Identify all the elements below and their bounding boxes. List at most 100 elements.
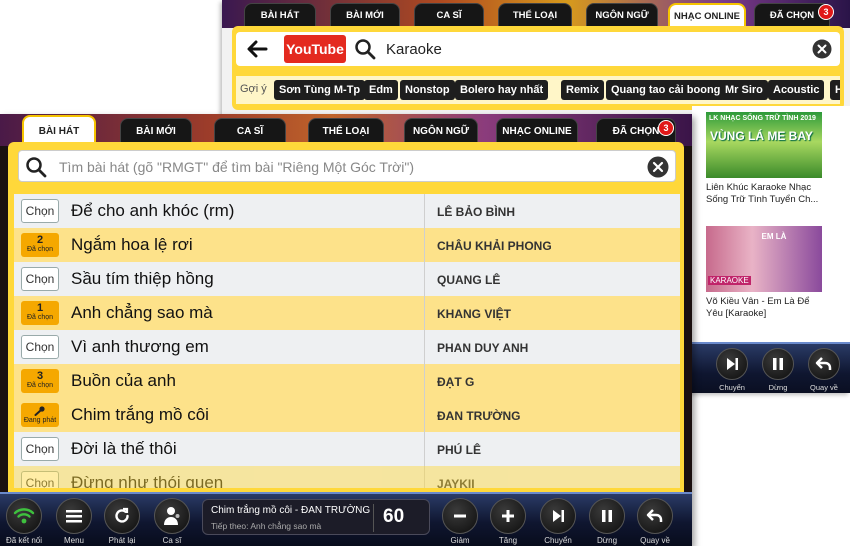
back-arrow-icon[interactable] [244,36,270,62]
song-row[interactable]: 1 Đã chọn Anh chẳng sao mà KHANG VIỆT [14,296,680,330]
song-title: Ngắm hoa lệ rơi [71,235,193,254]
back-tab-singers[interactable]: CA SĨ [414,3,484,27]
skip-next-icon [727,358,738,370]
screenshot-stage: BÀI HÁT BÀI MỚI CA SĨ THỂ LOẠI NGÔN NGỮ … [0,0,850,546]
thumbnail-caption: VÙNG LÁ ME BAY [710,129,813,143]
now-playing-panel: Chim trắng mồ côi - ĐAN TRƯỜNG Tiếp theo… [202,499,430,535]
suggestion-chip[interactable]: Edm [364,80,398,100]
singer-icon [164,507,180,525]
back-tab-languages[interactable]: NGÔN NGỮ [586,3,658,27]
singer-label: Ca sĩ [162,536,182,545]
youtube-logo: YouTube [284,35,346,63]
song-artist: JAYKII [437,477,475,488]
suggestion-chip[interactable]: Mr Siro [720,80,768,100]
suggestion-chip[interactable]: Sơn Tùng M-Tp [274,80,366,100]
wifi-icon [13,508,35,524]
choose-song-button[interactable]: Chọn [21,335,59,359]
choose-song-button[interactable]: Chọn [21,471,59,488]
return-button[interactable] [637,498,673,534]
song-artist: LÊ BẢO BÌNH [437,205,515,219]
decrease-label: Giảm [450,536,470,545]
song-row[interactable]: Chọn Để cho anh khóc (rm) LÊ BẢO BÌNH [14,194,680,228]
song-row[interactable]: 3 Đã chọn Buồn của anh ĐẠT G [14,364,680,398]
suggestion-chip[interactable]: Hồ [830,80,840,100]
decrease-button[interactable] [442,498,478,534]
back-icon [815,357,832,370]
back-tab-new-songs[interactable]: BÀI MỚI [330,3,400,27]
chosen-song-button[interactable]: 2 Đã chọn [21,233,59,257]
song-list: Chọn Để cho anh khóc (rm) LÊ BẢO BÌNH 2 … [14,194,680,488]
thumbnail-caption: KARAOKE [708,276,751,285]
suggestion-chip[interactable]: Nonstop [400,80,455,100]
next-up-text: Tiếp theo: Anh chẳng sao mà [211,521,322,531]
back-tab-genres[interactable]: THỂ LOẠI [498,3,572,27]
song-row[interactable]: Chọn Đời là thế thôi PHÚ LÊ [14,432,680,466]
suggestion-chip[interactable]: Quang tao cải boong [606,80,726,100]
back-control-bar: Chuyển Dừng Quay về [690,342,850,393]
queue-position: 2 [36,234,44,246]
increase-label: Tăng [498,536,518,545]
tab-languages[interactable]: NGÔN NGỮ [404,118,478,144]
song-search-input[interactable]: Tìm bài hát (gõ "RMGT" để tìm bài "Riêng… [59,159,414,175]
video-results-list: LK NHẠC SỐNG TRỮ TÌNH 2019 VÙNG LÁ ME BA… [692,106,850,342]
chosen-label: Đã chọn [26,314,54,321]
tab-online-music[interactable]: NHẠC ONLINE [496,118,578,144]
song-artist: PHAN DUY ANH [437,341,529,355]
song-artist: PHÚ LÊ [437,443,482,457]
song-title: Chim trắng mồ côi [71,405,209,424]
choose-song-button[interactable]: Chọn [21,437,59,461]
skip-button[interactable] [540,498,576,534]
song-row[interactable]: Đang phát Chim trắng mồ côi ĐAN TRƯỜNG [14,398,680,432]
menu-button[interactable] [56,498,92,534]
replay-icon [115,507,129,523]
now-playing-title: Chim trắng mồ côi - ĐAN TRƯỜNG [211,505,371,516]
back-pause-button[interactable] [762,348,794,380]
pause-label: Dừng [596,536,618,545]
song-search-bar: Tìm bài hát (gõ "RMGT" để tìm bài "Riêng… [18,150,676,182]
clear-search-icon[interactable] [647,156,669,178]
plus-icon [502,510,514,522]
back-return-label: Quay về [810,383,838,392]
song-row[interactable]: Chọn Vì anh thương em PHAN DUY ANH [14,330,680,364]
increase-button[interactable] [490,498,526,534]
song-row[interactable]: Chọn Sầu tím thiệp hồng QUANG LÊ [14,262,680,296]
choose-song-button[interactable]: Chọn [21,199,59,223]
youtube-search-input[interactable]: Karaoke [386,41,442,58]
minus-icon [454,514,466,518]
back-skip-button[interactable] [716,348,748,380]
song-title: Buồn của anh [71,371,176,390]
song-title: Vì anh thương em [71,337,209,356]
suggestion-chip[interactable]: Acoustic [768,80,825,100]
song-artist: ĐAN TRƯỜNG [437,409,521,423]
song-row[interactable]: Chọn Đừng như thói quen JAYKII [14,466,680,488]
suggestion-chip[interactable]: Remix [561,80,605,100]
song-row[interactable]: 2 Đã chọn Ngắm hoa lệ rơi CHÂU KHẢI PHON… [14,228,680,262]
clear-search-icon[interactable] [812,39,832,59]
replay-label: Phát lại [108,536,136,545]
chosen-song-button[interactable]: 3 Đã chọn [21,369,59,393]
video-thumbnail[interactable]: EM LÀ KARAOKE [706,226,822,292]
microphone-icon [34,405,45,416]
replay-button[interactable] [104,498,140,534]
chosen-song-button[interactable]: 1 Đã chọn [21,301,59,325]
connection-button[interactable] [6,498,42,534]
video-title[interactable]: Liên Khúc Karaoke Nhạc Sống Trữ Tình Tuy… [706,182,826,206]
skip-label: Chuyển [544,536,572,545]
tab-genres[interactable]: THỂ LOẠI [308,118,384,144]
queue-position: 3 [36,370,44,382]
back-tab-songs[interactable]: BÀI HÁT [244,3,316,27]
back-return-button[interactable] [808,348,840,380]
chosen-label: Đã chọn [26,382,54,389]
tab-singers[interactable]: CA SĨ [214,118,286,144]
now-playing-button[interactable]: Đang phát [21,403,59,427]
tab-new-songs[interactable]: BÀI MỚI [120,118,192,144]
suggestion-chip[interactable]: Bolero hay nhất [455,80,549,100]
singer-button[interactable] [154,498,190,534]
video-title[interactable]: Võ Kiều Vân - Em Là Để Yêu [Karaoke] [706,296,826,320]
thumbnail-caption: EM LÀ [761,232,787,241]
pause-button[interactable] [589,498,625,534]
volume-readout: 60 [383,506,405,527]
video-thumbnail[interactable]: LK NHẠC SỐNG TRỮ TÌNH 2019 VÙNG LÁ ME BA… [706,112,822,178]
back-tab-online-music[interactable]: NHẠC ONLINE [668,3,746,27]
choose-song-button[interactable]: Chọn [21,267,59,291]
